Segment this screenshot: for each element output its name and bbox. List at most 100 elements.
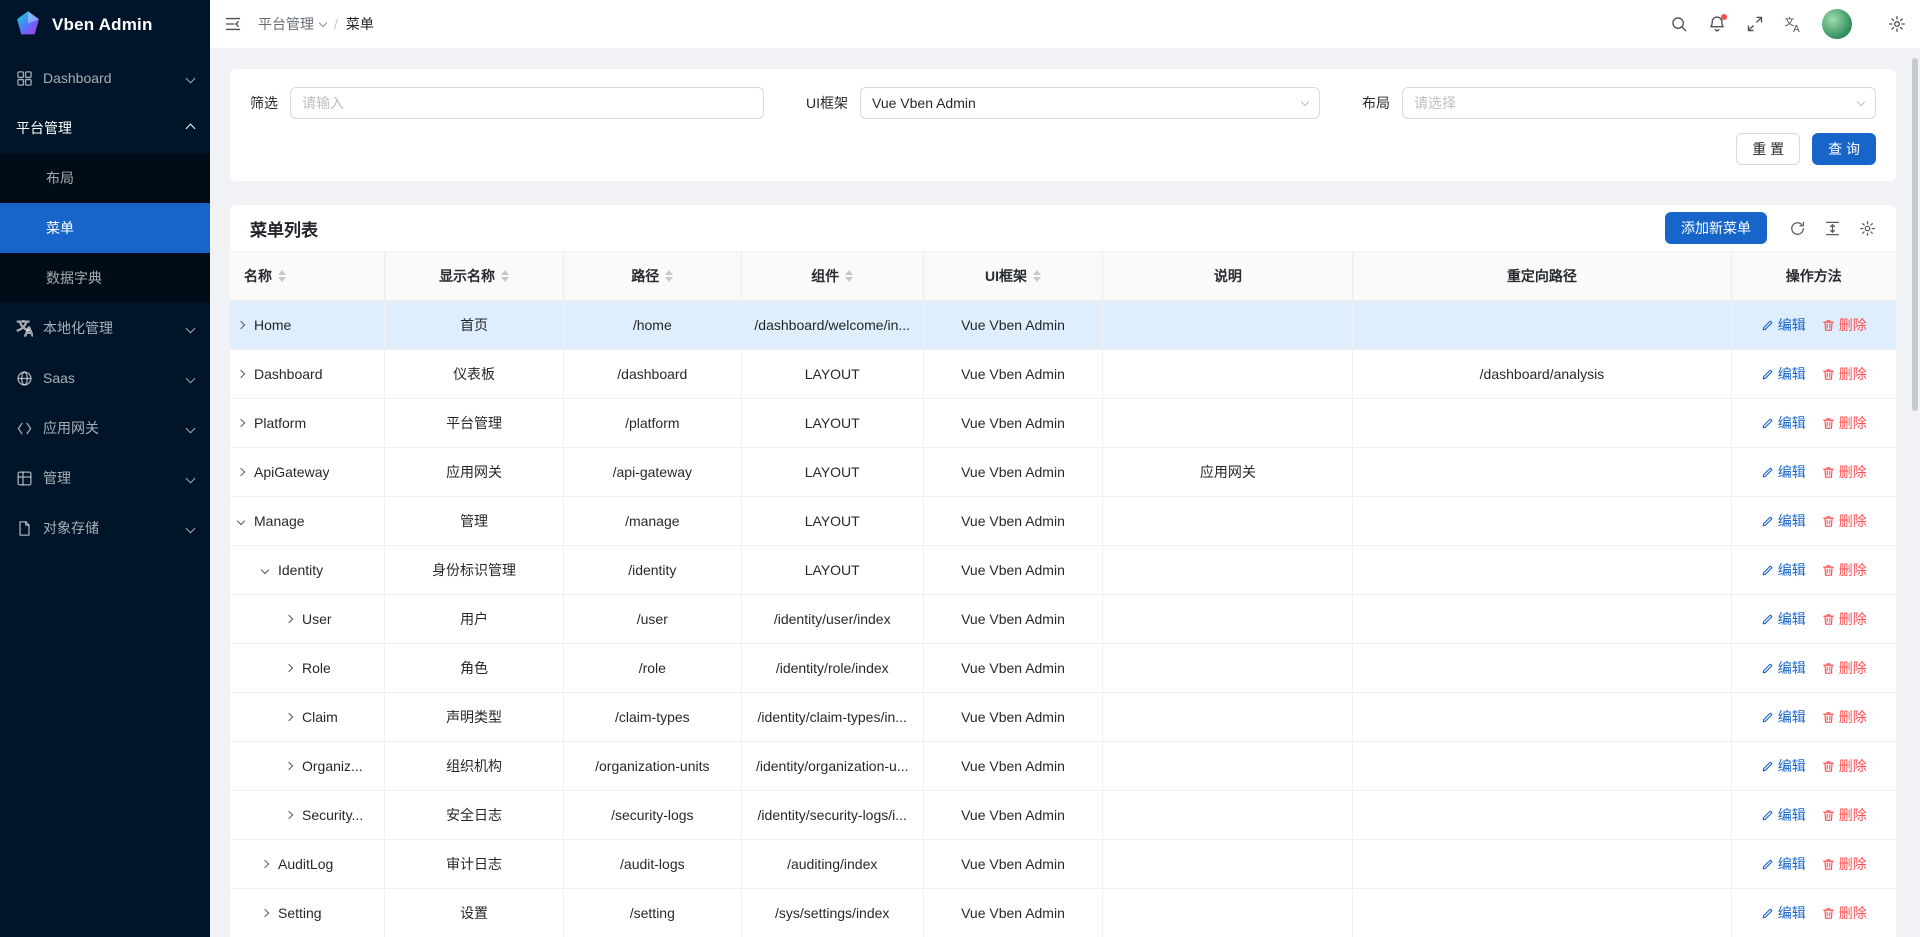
row-expand-collapse-icon[interactable] xyxy=(237,517,245,525)
edit-button[interactable]: 编辑 xyxy=(1761,413,1806,433)
delete-button[interactable]: 删除 xyxy=(1822,903,1867,923)
sidebar-item-data-dictionary[interactable]: 数据字典 xyxy=(0,253,210,303)
breadcrumb-item-parent[interactable]: 平台管理 xyxy=(258,14,326,34)
delete-button[interactable]: 删除 xyxy=(1822,511,1867,531)
scrollbar-thumb[interactable] xyxy=(1912,58,1918,411)
table-row: Platform平台管理/platformLAYOUTVue Vben Admi… xyxy=(230,399,1896,448)
column-label: 名称 xyxy=(244,266,272,286)
table-body: Home首页/home/dashboard/welcome/in...Vue V… xyxy=(230,301,1896,937)
row-expand-expand-icon[interactable] xyxy=(261,860,269,868)
filter-framework-select[interactable]: Vue Vben Admin xyxy=(860,87,1320,119)
column-header-6: 说明 xyxy=(1103,252,1353,301)
sort-icon xyxy=(501,270,509,282)
column-header-5[interactable]: UI框架 xyxy=(923,252,1103,301)
user-avatar[interactable] xyxy=(1822,9,1852,39)
column-height-icon[interactable] xyxy=(1824,220,1841,237)
edit-button[interactable]: 编辑 xyxy=(1761,756,1806,776)
cell-component: LAYOUT xyxy=(741,546,923,595)
chevron-down-icon xyxy=(186,423,196,433)
cell-path: /setting xyxy=(563,889,741,937)
app-logo[interactable]: Vben Admin xyxy=(0,0,210,49)
edit-button[interactable]: 编辑 xyxy=(1761,315,1806,335)
column-header-1[interactable]: 名称 xyxy=(230,252,385,301)
filter-layout-select[interactable]: 请选择 xyxy=(1402,87,1876,119)
filter-keyword-input[interactable] xyxy=(290,87,764,119)
edit-button[interactable]: 编辑 xyxy=(1761,805,1806,825)
translate-icon[interactable]: 文A xyxy=(1784,15,1802,33)
edit-button[interactable]: 编辑 xyxy=(1761,658,1806,678)
edit-button[interactable]: 编辑 xyxy=(1761,364,1806,384)
sidebar-item-api-gateway[interactable]: 应用网关 xyxy=(0,403,210,453)
delete-button[interactable]: 删除 xyxy=(1822,805,1867,825)
row-expand-expand-icon[interactable] xyxy=(285,762,293,770)
delete-button[interactable]: 删除 xyxy=(1822,756,1867,776)
sidebar-item-dashboard[interactable]: Dashboard xyxy=(0,53,210,103)
chevron-down-icon xyxy=(186,473,196,483)
sidebar-item-saas[interactable]: Saas xyxy=(0,353,210,403)
edit-button[interactable]: 编辑 xyxy=(1761,462,1806,482)
refresh-icon[interactable] xyxy=(1789,220,1806,237)
row-expand-collapse-icon[interactable] xyxy=(261,566,269,574)
settings-gear-icon[interactable] xyxy=(1888,15,1906,33)
row-expand-expand-icon[interactable] xyxy=(285,811,293,819)
search-button[interactable]: 查 询 xyxy=(1812,133,1876,165)
delete-button[interactable]: 删除 xyxy=(1822,854,1867,874)
chevron-down-icon xyxy=(1301,98,1309,106)
edit-button[interactable]: 编辑 xyxy=(1761,511,1806,531)
edit-button[interactable]: 编辑 xyxy=(1761,903,1806,923)
delete-button[interactable]: 删除 xyxy=(1822,707,1867,727)
table-row: Claim声明类型/claim-types/identity/claim-typ… xyxy=(230,693,1896,742)
column-header-3[interactable]: 路径 xyxy=(563,252,741,301)
delete-button[interactable]: 删除 xyxy=(1822,560,1867,580)
table-settings-gear-icon[interactable] xyxy=(1859,220,1876,237)
reset-button[interactable]: 重 置 xyxy=(1736,133,1800,165)
row-expand-expand-icon[interactable] xyxy=(237,321,245,329)
sidebar-item-localization[interactable]: 文A本地化管理 xyxy=(0,303,210,353)
page-scrollbar[interactable] xyxy=(1912,52,1918,935)
row-expand-expand-icon[interactable] xyxy=(237,468,245,476)
delete-button[interactable]: 删除 xyxy=(1822,609,1867,629)
search-icon[interactable] xyxy=(1670,15,1688,33)
sidebar-item-platform[interactable]: 平台管理 xyxy=(0,103,210,153)
column-label: 说明 xyxy=(1214,266,1242,286)
sidebar-item-label: 对象存储 xyxy=(43,518,177,538)
add-menu-button[interactable]: 添加新菜单 xyxy=(1665,212,1767,244)
delete-button[interactable]: 删除 xyxy=(1822,364,1867,384)
edit-button[interactable]: 编辑 xyxy=(1761,707,1806,727)
row-expand-expand-icon[interactable] xyxy=(285,664,293,672)
delete-button[interactable]: 删除 xyxy=(1822,315,1867,335)
delete-button[interactable]: 删除 xyxy=(1822,658,1867,678)
sidebar-item-menu[interactable]: 菜单 xyxy=(0,203,210,253)
sidebar-item-layout[interactable]: 布局 xyxy=(0,153,210,203)
delete-button[interactable]: 删除 xyxy=(1822,462,1867,482)
column-header-7: 重定向路径 xyxy=(1353,252,1731,301)
edit-icon xyxy=(1761,760,1774,773)
menu-fold-icon[interactable] xyxy=(224,15,242,33)
notification-bell-icon[interactable] xyxy=(1708,15,1726,33)
cell-framework: Vue Vben Admin xyxy=(923,889,1103,937)
row-expand-expand-icon[interactable] xyxy=(261,909,269,917)
column-header-2[interactable]: 显示名称 xyxy=(385,252,563,301)
row-expand-expand-icon[interactable] xyxy=(285,615,293,623)
column-header-8: 操作方法 xyxy=(1731,252,1896,301)
sidebar-menu: Dashboard平台管理布局菜单数据字典文A本地化管理 Saas 应用网关管理对象… xyxy=(0,49,210,937)
column-label: 路径 xyxy=(631,266,659,286)
column-header-4[interactable]: 组件 xyxy=(741,252,923,301)
edit-button[interactable]: 编辑 xyxy=(1761,854,1806,874)
breadcrumb-item-current: 菜单 xyxy=(346,14,374,34)
cell-redirect xyxy=(1353,791,1731,840)
cell-name: Identity xyxy=(278,562,323,578)
delete-icon xyxy=(1822,564,1835,577)
delete-button[interactable]: 删除 xyxy=(1822,413,1867,433)
fullscreen-icon[interactable] xyxy=(1746,15,1764,33)
row-expand-expand-icon[interactable] xyxy=(237,419,245,427)
edit-button[interactable]: 编辑 xyxy=(1761,560,1806,580)
sidebar-item-object-storage[interactable]: 对象存储 xyxy=(0,503,210,553)
edit-button[interactable]: 编辑 xyxy=(1761,609,1806,629)
sidebar-item-manage[interactable]: 管理 xyxy=(0,453,210,503)
row-expand-expand-icon[interactable] xyxy=(237,370,245,378)
cell-display-name: 组织机构 xyxy=(385,742,563,791)
row-expand-expand-icon[interactable] xyxy=(285,713,293,721)
sidebar-item-label: Saas xyxy=(43,370,177,386)
cell-path: /platform xyxy=(563,399,741,448)
